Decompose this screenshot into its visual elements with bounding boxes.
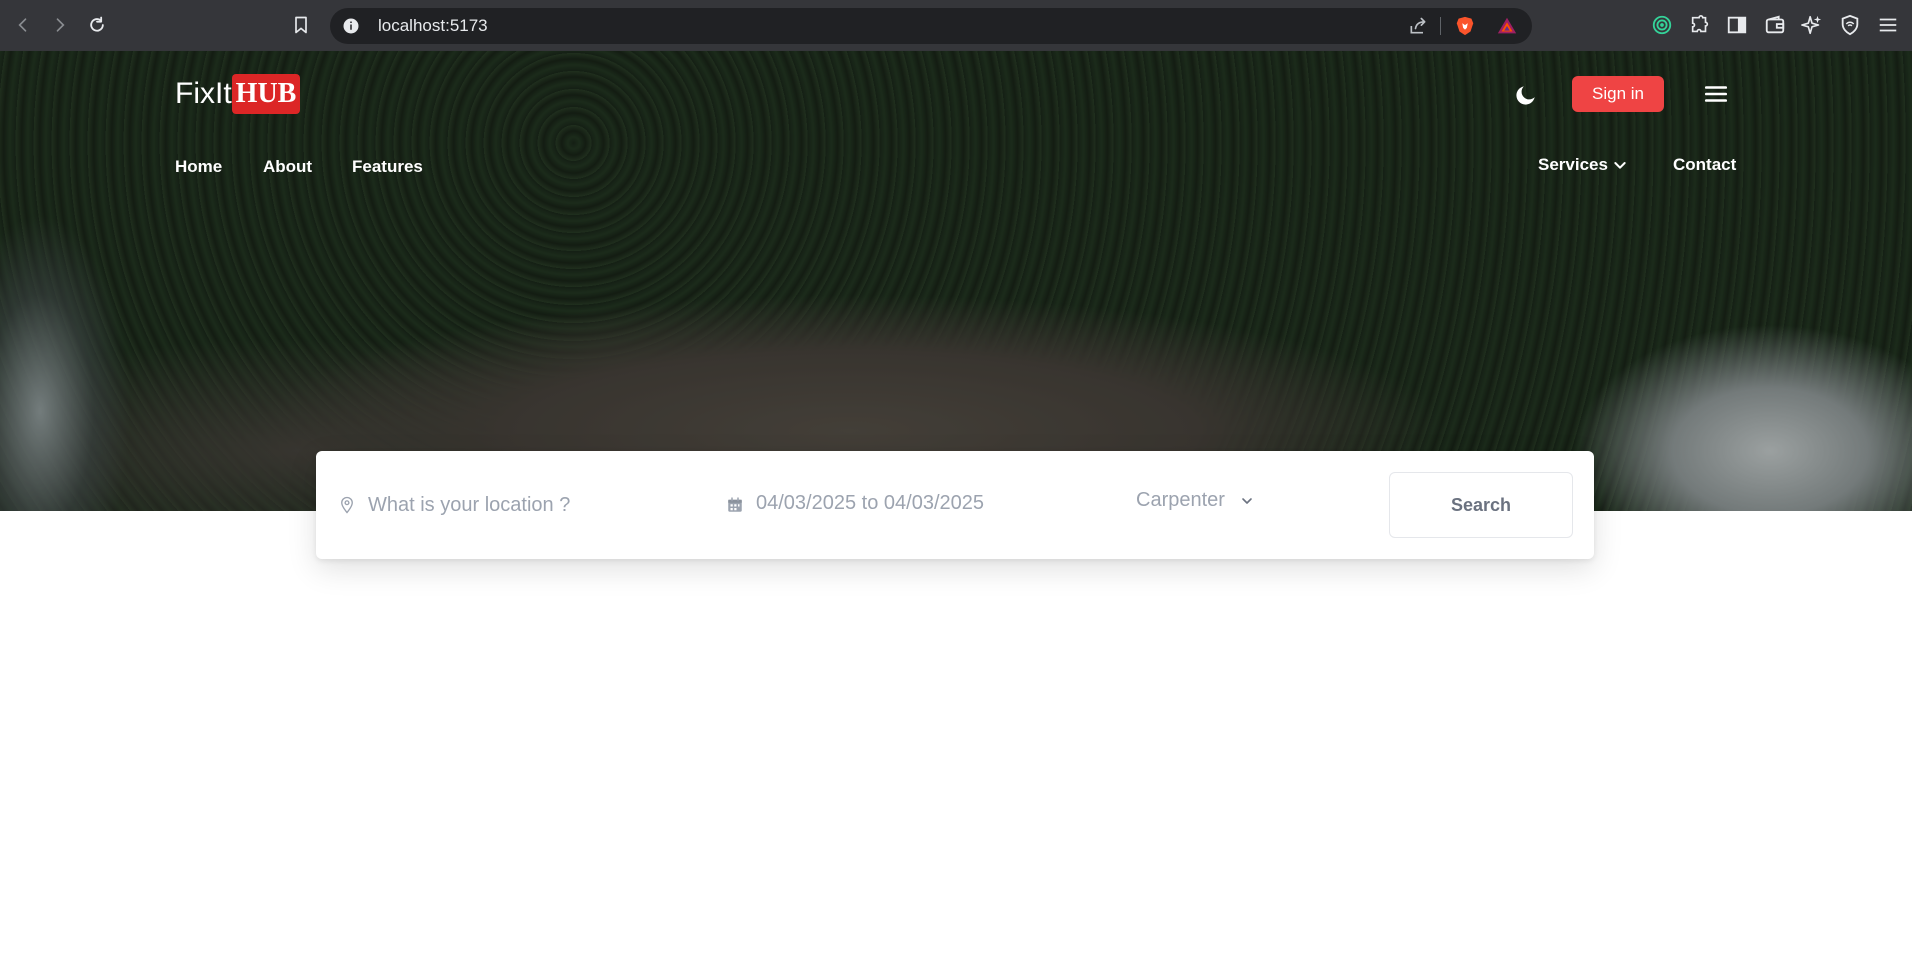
address-bar[interactable]: localhost:5173 (330, 8, 1532, 44)
vpn-icon[interactable] (1839, 14, 1861, 36)
hero-banner: FixIt HUB Sign in Home About Features Se… (0, 51, 1912, 511)
sidebar-icon[interactable] (1726, 14, 1748, 36)
dark-mode-toggle-icon[interactable] (1513, 82, 1539, 108)
site-info-icon[interactable] (342, 17, 360, 35)
category-select[interactable]: Carpenter (1136, 489, 1255, 512)
nav-about-link[interactable]: About (263, 157, 312, 177)
nav-features-link[interactable]: Features (352, 157, 423, 177)
calendar-icon (728, 497, 742, 512)
search-card: 04/03/2025 to 04/03/2025 Carpenter Searc… (316, 451, 1594, 559)
hero-overlay (0, 51, 1912, 511)
share-icon[interactable] (1408, 16, 1428, 36)
services-label: Services (1538, 155, 1608, 174)
logo-text-part2: HUB (231, 74, 301, 114)
location-pin-icon (341, 496, 353, 514)
divider (1440, 17, 1441, 35)
forward-icon[interactable] (47, 12, 73, 38)
browser-menu-icon[interactable] (1877, 14, 1899, 36)
back-icon[interactable] (10, 12, 36, 38)
browser-toolbar: localhost:5173 (0, 0, 1912, 51)
chevron-down-icon (1242, 497, 1252, 504)
date-range-field[interactable]: 04/03/2025 to 04/03/2025 (756, 492, 984, 515)
search-button[interactable]: Search (1389, 472, 1573, 538)
logo-text-part1: FixIt (175, 77, 232, 110)
nav-home-link[interactable]: Home (175, 157, 222, 177)
extension-target-icon[interactable] (1651, 14, 1673, 36)
category-value: Carpenter (1136, 489, 1225, 511)
nav-contact-link[interactable]: Contact (1673, 155, 1736, 175)
sign-in-button[interactable]: Sign in (1572, 76, 1664, 112)
reload-icon[interactable] (84, 12, 110, 38)
url-text[interactable]: localhost:5173 (378, 16, 488, 36)
bookmark-icon[interactable] (288, 12, 314, 38)
nav-services-dropdown[interactable]: Services (1538, 155, 1628, 175)
chevron-down-icon (1614, 162, 1626, 169)
extensions-puzzle-icon[interactable] (1689, 14, 1711, 36)
brave-rewards-icon[interactable] (1496, 15, 1518, 37)
brand-logo[interactable]: FixIt HUB (175, 74, 301, 114)
wallet-icon[interactable] (1764, 14, 1786, 36)
leo-ai-icon[interactable] (1801, 14, 1823, 36)
brave-shields-icon[interactable] (1454, 14, 1476, 38)
location-input[interactable] (366, 489, 690, 521)
hamburger-menu-icon[interactable] (1703, 81, 1729, 107)
